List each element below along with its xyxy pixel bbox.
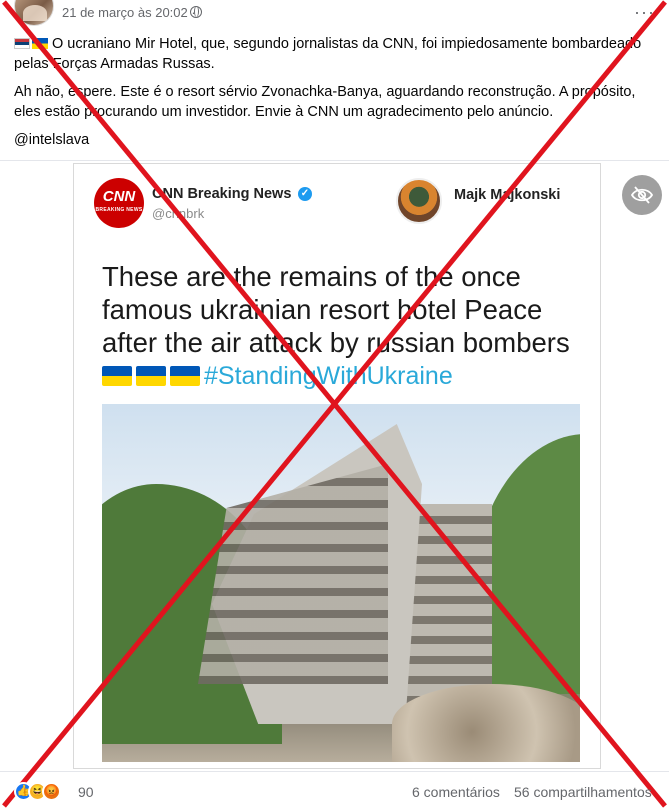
post-paragraph: Ah não, espere. Este é o resort sérvio Z… [14,84,636,120]
reaction-count[interactable]: 90 [78,784,94,800]
comments-count[interactable]: 6 comentários [412,784,500,800]
more-options-icon[interactable]: ··· [634,2,655,23]
post-hashtag-link[interactable]: @intelslava [14,130,659,150]
reactions-bar: 👍 😆 😡 90 6 comentários 56 compartilhamen… [0,779,669,805]
hide-image-eye-icon[interactable] [622,175,662,215]
tweet-hashtag-line: #StandingWithUkraine [102,362,453,391]
hotel-photo [102,404,580,762]
shares-count[interactable]: 56 compartilhamentos [514,784,652,800]
ukraine-flag-icon [136,366,166,386]
post-timestamp[interactable]: 21 de março às 20:02 · [62,5,196,20]
tweet-headline: These are the remains of the once famous… [102,261,570,358]
ukraine-flag-icon [102,366,132,386]
ukraine-flag-icon [170,366,200,386]
retweeter-avatar [396,178,442,224]
serbia-flag-icon [14,38,30,49]
angry-reaction-icon: 😡 [42,782,61,801]
tweet-account-handle: @cnnbrk [152,206,205,221]
hotel-building-floors [198,464,388,684]
globe-icon [190,6,202,18]
reaction-icons[interactable]: 👍 😆 😡 [14,782,74,802]
post-paragraph: O ucraniano Mir Hotel, que, segundo jorn… [14,34,659,74]
verified-badge-icon: ✓ [298,187,312,201]
tweet-account-name: CNN Breaking News [152,186,292,202]
cnn-logo: CNN BREAKING NEWS [94,178,144,228]
post-text: O ucraniano Mir Hotel, que, segundo jorn… [14,34,659,158]
post-header: 21 de março às 20:02 · ··· [0,0,669,30]
ukraine-flag-icon [32,38,48,49]
retweeter-name: Majk Majkonski [454,187,561,203]
page-avatar[interactable] [14,0,54,26]
rubble [392,684,580,762]
post-paragraph-text: O ucraniano Mir Hotel, que, segundo jorn… [14,36,642,72]
tweet-hashtag: #StandingWithUkraine [204,362,453,390]
tweet-screenshot: CNN BREAKING NEWS CNN Breaking News ✓ @cn… [73,163,601,769]
